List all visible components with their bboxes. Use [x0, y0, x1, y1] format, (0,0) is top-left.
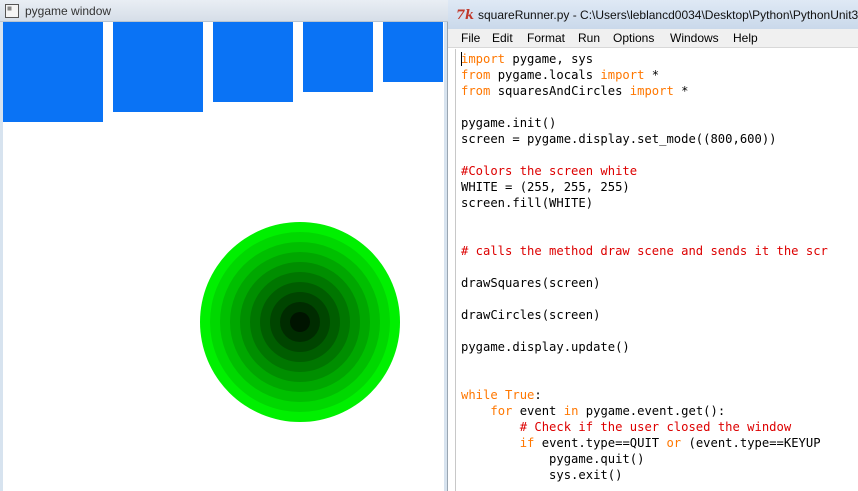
pygame-canvas[interactable]	[3, 22, 444, 491]
menu-help[interactable]: Help	[733, 31, 758, 45]
window-app-icon	[5, 4, 19, 18]
code-line: drawSquares(screen)	[461, 276, 601, 290]
idle-titlebar[interactable]: 7k squareRunner.py - C:\Users\leblancd00…	[448, 0, 858, 30]
blue-square-5	[383, 22, 443, 82]
menu-options[interactable]: Options	[613, 31, 654, 45]
tk-feather-icon: 7k	[456, 8, 475, 23]
code-line: screen = pygame.display.set_mode((800,60…	[461, 132, 777, 146]
blue-square-2	[113, 22, 203, 112]
pygame-drawing	[3, 22, 443, 422]
idle-editor-window: 7k squareRunner.py - C:\Users\leblancd00…	[448, 0, 858, 491]
code-line: while True:	[461, 388, 542, 402]
idle-window-title: squareRunner.py - C:\Users\leblancd0034\…	[478, 8, 858, 22]
code-line: pygame.quit()	[461, 452, 645, 466]
code-line: sys.exit()	[461, 468, 623, 482]
code-line: from squaresAndCircles import *	[461, 84, 689, 98]
pygame-window-title: pygame window	[25, 4, 112, 18]
blue-square-1	[3, 22, 103, 122]
blue-square-3	[213, 22, 293, 102]
code-line: # calls the method draw scene and sends …	[461, 244, 828, 258]
code-line: drawCircles(screen)	[461, 308, 601, 322]
pygame-titlebar[interactable]: pygame window	[0, 0, 448, 22]
circle-ring-10	[290, 312, 310, 332]
squares-group	[3, 22, 443, 122]
menu-run[interactable]: Run	[578, 31, 600, 45]
menu-file[interactable]: File	[461, 31, 480, 45]
code-line: from pygame.locals import *	[461, 68, 660, 82]
code-line: screen.fill(WHITE)	[461, 196, 594, 210]
code-line: for event in pygame.event.get():	[490, 404, 726, 418]
code-line: # Check if the user closed the window	[519, 420, 792, 434]
code-line: #Colors the screen white	[461, 164, 638, 178]
code-editor[interactable]: import pygame, sys from pygame.locals imp…	[455, 49, 858, 491]
code-line: import pygame, sys	[461, 52, 594, 66]
menu-windows[interactable]: Windows	[670, 31, 719, 45]
menu-edit[interactable]: Edit	[492, 31, 513, 45]
code-line: if event.type==QUIT or (event.type==KEYU…	[519, 436, 821, 450]
menu-format[interactable]: Format	[527, 31, 565, 45]
code-line: pygame.display.update()	[461, 340, 630, 354]
concentric-circles	[200, 222, 400, 422]
pygame-window: pygame window	[0, 0, 448, 491]
menu-bar: File Edit Format Run Options Windows Hel…	[448, 29, 858, 48]
code-line: pygame.init()	[461, 116, 557, 130]
blue-square-4	[303, 22, 373, 92]
code-line: WHITE = (255, 255, 255)	[461, 180, 630, 194]
